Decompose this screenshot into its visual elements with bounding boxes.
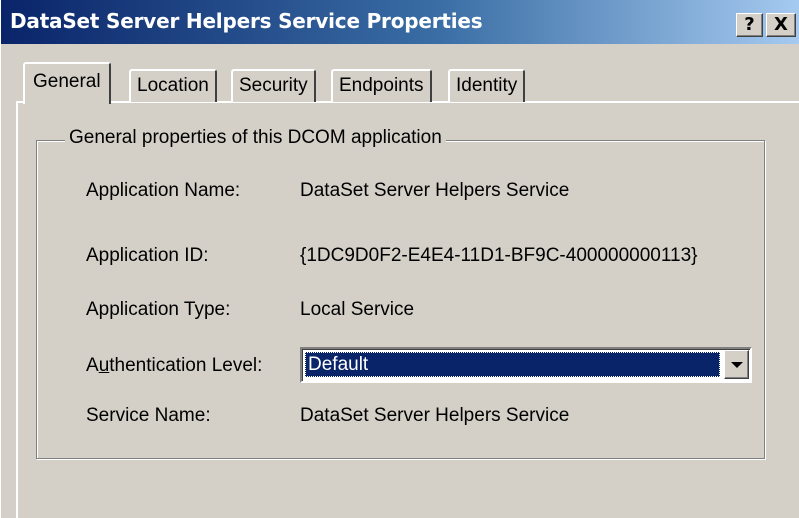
authentication-level-dropdown[interactable]: Default — [300, 347, 752, 383]
dropdown-selected-value[interactable]: Default — [305, 352, 720, 377]
window-title: DataSet Server Helpers Service Propertie… — [10, 9, 483, 33]
tab-label: Identity — [456, 75, 518, 96]
application-name-label: Application Name: — [86, 180, 241, 201]
label-part: thentication Level: — [109, 355, 263, 376]
application-name-value: DataSet Server Helpers Service — [300, 180, 570, 201]
tab-label: Endpoints — [339, 75, 424, 96]
close-button[interactable]: X — [766, 13, 796, 37]
tab-label: General — [33, 71, 101, 92]
properties-dialog: DataSet Server Helpers Service Propertie… — [0, 0, 799, 518]
tab-security[interactable]: Security — [231, 69, 316, 102]
close-icon: X — [774, 14, 788, 35]
application-id-value: {1DC9D0F2-E4E4-11D1-BF9C-400000000113} — [300, 245, 698, 266]
tab-endpoints[interactable]: Endpoints — [331, 69, 432, 102]
help-button[interactable]: ? — [736, 13, 763, 37]
chevron-down-icon — [731, 362, 743, 368]
mnemonic-letter: u — [98, 355, 110, 376]
service-name-value: DataSet Server Helpers Service — [300, 405, 570, 426]
tab-label: Security — [239, 75, 308, 96]
tab-label: Location — [137, 75, 209, 96]
title-bar[interactable]: DataSet Server Helpers Service Propertie… — [1, 0, 799, 44]
help-icon: ? — [744, 14, 755, 35]
authentication-level-label: Authentication Level: — [86, 355, 262, 377]
dropdown-button[interactable] — [724, 350, 749, 379]
tab-identity[interactable]: Identity — [448, 69, 526, 102]
tab-location[interactable]: Location — [129, 69, 217, 102]
service-name-label: Service Name: — [86, 405, 211, 426]
label-part: A — [86, 355, 99, 376]
application-id-label: Application ID: — [86, 245, 209, 266]
group-legend: General properties of this DCOM applicat… — [65, 127, 446, 149]
tab-general[interactable]: General — [23, 62, 111, 104]
application-type-value: Local Service — [300, 299, 415, 320]
application-type-label: Application Type: — [86, 299, 231, 320]
